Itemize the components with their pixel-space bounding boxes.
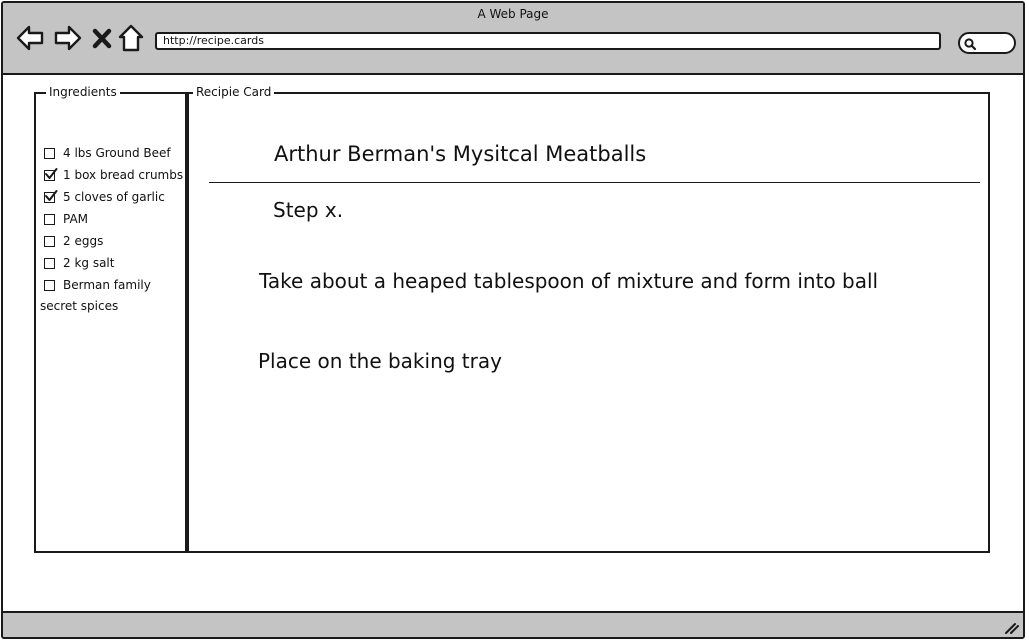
close-icon[interactable] [91, 23, 113, 53]
url-input[interactable] [163, 34, 939, 47]
ingredient-item[interactable]: 2 kg salt [44, 256, 184, 278]
ingredient-label: 2 eggs [63, 234, 104, 248]
step-heading: Step x. [273, 198, 344, 222]
ingredient-checkbox[interactable] [44, 236, 55, 247]
recipe-card-panel: Recipie Card Arthur Berman's Mysitcal Me… [187, 85, 990, 553]
status-bar [3, 611, 1023, 637]
ingredient-label: 2 kg salt [63, 256, 115, 270]
step-instruction: Place on the baking tray [258, 349, 502, 373]
window-title: A Web Page [477, 7, 549, 21]
ingredient-item[interactable]: Berman family secret spices [40, 278, 184, 314]
resize-grip-icon[interactable] [1003, 619, 1019, 634]
title-divider [209, 182, 980, 183]
ingredient-label: 4 lbs Ground Beef [63, 146, 171, 160]
ingredient-item[interactable]: 1 box bread crumbs [44, 168, 184, 190]
ingredient-label: 1 box bread crumbs [63, 168, 184, 182]
ingredient-label: Berman family secret spices [40, 278, 184, 314]
ingredient-item[interactable]: PAM [44, 212, 184, 234]
ingredient-label: PAM [63, 212, 89, 226]
home-icon[interactable] [117, 23, 145, 53]
ingredient-checkbox[interactable] [44, 168, 58, 181]
ingredient-checkbox[interactable] [44, 258, 55, 269]
ingredient-label-line1: Berman family [63, 278, 151, 292]
ingredient-label: 5 cloves of garlic [63, 190, 165, 204]
forward-arrow-icon[interactable] [53, 23, 83, 53]
ingredient-checkbox[interactable] [44, 190, 58, 203]
back-arrow-icon[interactable] [15, 23, 45, 53]
search-field[interactable] [958, 32, 1016, 54]
ingredients-list: 4 lbs Ground Beef 1 box bread crumbs 5 c… [40, 146, 184, 314]
checkmark-icon [45, 190, 58, 201]
ingredient-checkbox[interactable] [44, 280, 55, 291]
browser-toolbar: A Web Page [3, 3, 1023, 75]
ingredient-item[interactable]: 4 lbs Ground Beef [44, 146, 184, 168]
recipe-title: Arthur Berman's Mysitcal Meatballs [274, 142, 647, 166]
ingredient-item[interactable]: 2 eggs [44, 234, 184, 256]
ingredient-item[interactable]: 5 cloves of garlic [44, 190, 184, 212]
search-icon [963, 36, 977, 51]
ingredients-panel: Ingredients 4 lbs Ground Beef 1 box brea… [34, 85, 187, 553]
ingredient-checkbox[interactable] [44, 148, 55, 159]
step-instruction: Take about a heaped tablespoon of mixtur… [259, 269, 879, 293]
ingredient-label-line2: secret spices [40, 299, 119, 313]
ingredient-checkbox[interactable] [44, 214, 55, 225]
ingredients-legend: Ingredients [46, 85, 120, 99]
checkmark-icon [45, 168, 58, 179]
url-field[interactable] [155, 32, 941, 50]
recipe-card-legend: Recipie Card [193, 85, 275, 99]
